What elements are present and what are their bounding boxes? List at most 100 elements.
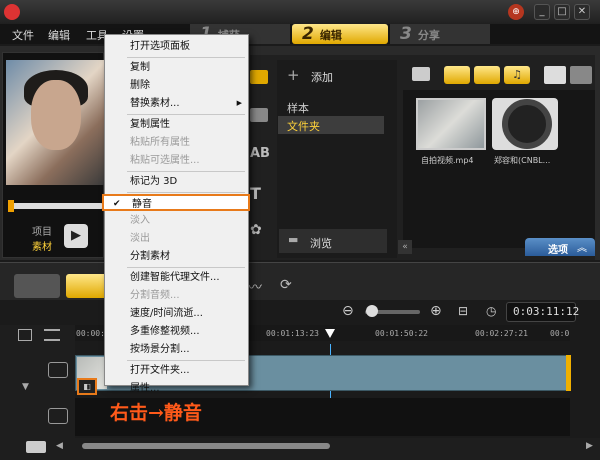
context-menu-item-label: 分割素材 — [130, 251, 170, 262]
add-folder-button[interactable]: 添加 — [311, 69, 333, 85]
context-menu-item-copy[interactable]: 复制 — [105, 59, 248, 76]
mute-indicator-icon: ◧ — [77, 378, 97, 395]
filter-tool-icon[interactable]: ✿ — [250, 222, 262, 238]
media-tool-icon[interactable] — [250, 70, 268, 84]
thumb-video[interactable] — [416, 98, 486, 150]
track-expand-icon[interactable]: ▼ — [22, 382, 29, 392]
timecode-display[interactable]: 0:03:11:12 — [513, 305, 579, 318]
add-icon[interactable]: + — [287, 66, 300, 84]
title-bar: ⊕ _ □ ✕ — [0, 0, 600, 24]
video-filter-button[interactable] — [444, 66, 470, 84]
preview-image — [6, 60, 104, 185]
scrubber-handle[interactable] — [8, 200, 14, 212]
track-list-icon[interactable] — [44, 329, 60, 341]
context-menu-item-split-audio: 分割音频... — [105, 287, 248, 304]
options-expand-icon[interactable]: ︽ — [577, 239, 587, 254]
context-menu-item-label: 淡入 — [130, 215, 150, 226]
scroll-left-icon[interactable]: ◀ — [56, 441, 63, 451]
context-menu-item-replace-clip[interactable]: 替换素材... ▶ — [105, 95, 248, 112]
options-button[interactable]: 选项 — [548, 241, 568, 256]
fit-project-icon[interactable]: ⊟ — [458, 304, 468, 318]
auto-music-icon[interactable]: ⟳ — [280, 277, 292, 293]
context-menu-item-label: 复制 — [130, 62, 150, 73]
audio-filter-button[interactable]: ♫ — [504, 66, 530, 84]
zoom-out-icon[interactable]: ⊖ — [342, 303, 354, 319]
title-tool-icon[interactable]: AB — [250, 146, 270, 161]
minimize-button[interactable]: _ — [534, 4, 550, 20]
context-menu-item-open-options[interactable]: 打开选项面板 — [105, 38, 248, 55]
context-menu-item-label: 淡出 — [130, 233, 150, 244]
list-view-button[interactable] — [544, 66, 566, 84]
context-menu-item-label: 粘贴可选属性... — [130, 155, 200, 166]
menu-file[interactable]: 文件 — [12, 27, 34, 43]
context-menu-item-mute[interactable]: ✔ 静音 — [102, 194, 250, 211]
context-menu-item-label: 粘贴所有属性 — [130, 137, 190, 148]
folder-item-samples[interactable]: 样本 — [287, 100, 309, 116]
app-logo-icon — [4, 4, 20, 20]
zoom-in-icon[interactable]: ⊕ — [430, 303, 442, 319]
video-track-icon — [48, 362, 68, 378]
preview-face — [31, 80, 81, 150]
add-track-button[interactable] — [26, 441, 46, 453]
context-menu-item-open-folder[interactable]: 打开文件夹... — [105, 362, 248, 379]
context-menu-item-label: 多重修整视频... — [130, 326, 200, 337]
scroll-right-icon[interactable]: ▶ — [586, 441, 593, 451]
clip-label[interactable]: 素材 — [32, 238, 52, 253]
thumb-video-label: 自拍视频.mp4 — [421, 156, 474, 165]
audio-wave-icon[interactable]: 〰 — [248, 277, 262, 297]
context-menu-item-split-by-scene[interactable]: 按场景分割... — [105, 341, 248, 358]
play-button[interactable]: ▶ — [64, 224, 88, 248]
scrubber-track[interactable] — [8, 203, 104, 209]
browse-button[interactable]: 浏览 — [310, 235, 332, 251]
context-menu-item-speed-time-lapse[interactable]: 速度/时间流逝... — [105, 305, 248, 322]
ruler-tick: 00:01:50:22 — [375, 329, 428, 338]
context-menu-item-split-clip[interactable]: 分割素材 — [105, 248, 248, 265]
maximize-button[interactable]: □ — [554, 4, 570, 20]
collapse-button[interactable]: « — [398, 240, 412, 254]
help-icon[interactable]: ⊕ — [508, 4, 524, 20]
menu-edit[interactable]: 编辑 — [48, 27, 70, 43]
context-menu-item-label: 属性... — [130, 383, 160, 394]
track-manager-icon[interactable] — [18, 329, 32, 341]
zoom-slider-handle[interactable] — [366, 305, 378, 317]
context-menu-item-label: 替换素材... — [130, 98, 180, 109]
tab-share[interactable]: 3 分享 — [390, 24, 490, 44]
project-label[interactable]: 项目 — [32, 223, 52, 238]
thumb-view-button[interactable] — [570, 66, 592, 84]
context-menu-item-label: 按场景分割... — [130, 344, 190, 355]
context-menu-item-copy-attributes[interactable]: 复制属性 — [105, 116, 248, 133]
playhead-marker[interactable] — [325, 329, 335, 338]
context-menu-item-label: 标记为 3D — [130, 176, 178, 187]
ruler-tick: 00:01:13:23 — [266, 329, 319, 338]
context-menu-item-fade-out: 淡出 — [105, 230, 248, 247]
bottom-bar — [0, 438, 600, 460]
menu-separator — [127, 360, 245, 361]
context-menu-item-label: 分割音频... — [130, 290, 180, 301]
graphics-tool-icon[interactable]: T — [250, 184, 261, 203]
clip-end-marker[interactable] — [566, 355, 571, 391]
tab-edit[interactable]: 2 编辑 — [292, 24, 388, 44]
browse-icon[interactable]: ▬ — [288, 233, 298, 246]
submenu-arrow-icon: ▶ — [236, 99, 242, 107]
menu-separator — [127, 267, 245, 268]
storyboard-view-button[interactable] — [14, 274, 60, 298]
context-menu-item-mark-as-3d[interactable]: 标记为 3D — [105, 173, 248, 190]
context-menu-item-label: 速度/时间流逝... — [130, 308, 203, 319]
folder-icon[interactable] — [412, 67, 430, 81]
context-menu-item-properties[interactable]: 属性... — [105, 380, 248, 397]
context-menu-item-multi-trim[interactable]: 多重修整视频... — [105, 323, 248, 340]
photo-filter-button[interactable] — [474, 66, 500, 84]
ruler-tick: 00:02:27:21 — [475, 329, 528, 338]
transition-tool-icon[interactable] — [250, 108, 268, 122]
folder-item-folder[interactable]: 文件夹 — [287, 118, 320, 134]
duration-icon[interactable]: ◷ — [486, 304, 496, 318]
context-menu-item-paste-selected-attributes: 粘贴可选属性... — [105, 152, 248, 169]
horizontal-scrollbar[interactable] — [82, 443, 330, 449]
menu-separator — [127, 57, 245, 58]
context-menu-item-create-proxy[interactable]: 创建智能代理文件... — [105, 269, 248, 286]
menu-separator — [127, 192, 245, 193]
context-menu-item-label: 复制属性 — [130, 119, 170, 130]
close-button[interactable]: ✕ — [574, 4, 590, 20]
audio-disc-icon — [502, 99, 552, 149]
context-menu-item-delete[interactable]: 删除 — [105, 77, 248, 94]
